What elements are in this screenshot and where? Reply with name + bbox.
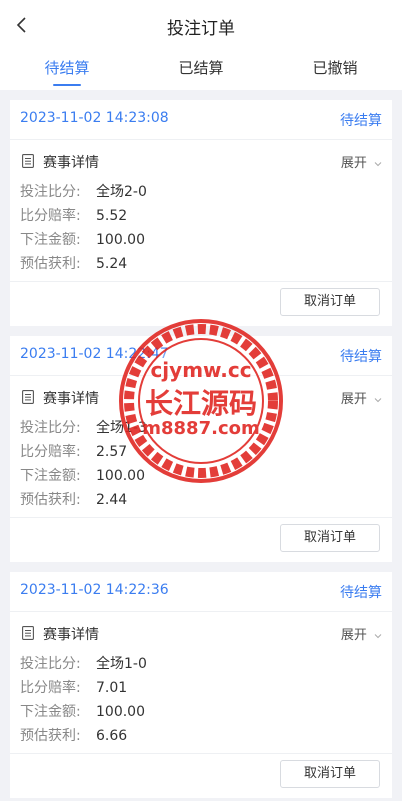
document-icon: [22, 626, 34, 640]
expand-toggle[interactable]: 展开: [341, 152, 382, 171]
odds-label: 比分赔率:: [20, 208, 81, 224]
score-value: 全场2-0: [96, 184, 147, 200]
profit-label: 预估获利:: [20, 728, 81, 744]
expand-label: 展开: [340, 628, 367, 643]
order-time: 2023-11-02 14:22:47: [20, 346, 169, 362]
odds-label: 比分赔率:: [20, 444, 81, 460]
amount-value: 100.00: [96, 704, 145, 720]
cancel-order-button[interactable]: 取消订单: [280, 524, 380, 552]
order-card-footer: 取消订单: [10, 281, 392, 326]
info-row-score: 投注比分: 全场1-3: [20, 416, 392, 440]
expand-label: 展开: [340, 392, 367, 407]
odds-value: 7.01: [96, 680, 128, 696]
document-icon: [22, 154, 34, 168]
score-label: 投注比分:: [20, 656, 81, 672]
score-value: 全场1-3: [96, 420, 147, 436]
tab-pending[interactable]: 待结算: [0, 50, 134, 90]
amount-value: 100.00: [96, 232, 145, 248]
order-status: 待结算: [340, 113, 382, 129]
order-status: 待结算: [340, 349, 382, 365]
chevron-down-icon: [374, 633, 382, 638]
order-card: 2023-11-02 14:23:08 待结算 赛事详情 展开 投注比分: 全场2…: [10, 100, 392, 326]
amount-label: 下注金额:: [20, 468, 81, 484]
odds-label: 比分赔率:: [20, 680, 81, 696]
order-info: 投注比分: 全场1-0 比分赔率: 7.01 下注金额: 100.00 预估获利: 6.…: [10, 652, 392, 755]
odds-value: 2.57: [96, 444, 128, 460]
order-card-header: 2023-11-02 14:22:47 待结算: [10, 336, 392, 376]
order-info: 投注比分: 全场1-3 比分赔率: 2.57 下注金额: 100.00 预估获利: 2.…: [10, 416, 392, 519]
amount-label: 下注金额:: [20, 232, 81, 248]
info-row-odds: 比分赔率: 2.57: [20, 440, 392, 464]
info-row-profit: 预估获利: 6.66: [20, 724, 392, 748]
profit-value: 2.44: [96, 492, 128, 508]
info-row-profit: 预估获利: 2.44: [20, 488, 392, 512]
cancel-order-button[interactable]: 取消订单: [280, 760, 380, 788]
info-row-score: 投注比分: 全场2-0: [20, 180, 392, 204]
order-card: 2023-11-02 14:22:47 待结算 赛事详情 展开 投注比分: 全场1…: [10, 336, 392, 562]
match-detail-label: 赛事详情: [43, 627, 99, 643]
expand-toggle[interactable]: 展开: [341, 388, 382, 407]
order-card-footer: 取消订单: [10, 753, 392, 798]
order-info: 投注比分: 全场2-0 比分赔率: 5.52 下注金额: 100.00 预估获利: 5.…: [10, 180, 392, 283]
info-row-odds: 比分赔率: 7.01: [20, 676, 392, 700]
tab-cancelled[interactable]: 已撤销: [268, 50, 402, 90]
order-status: 待结算: [340, 585, 382, 601]
score-label: 投注比分:: [20, 420, 81, 436]
match-detail-label: 赛事详情: [43, 391, 99, 407]
odds-value: 5.52: [96, 208, 128, 224]
score-label: 投注比分:: [20, 184, 81, 200]
info-row-score: 投注比分: 全场1-0: [20, 652, 392, 676]
order-time: 2023-11-02 14:22:36: [20, 582, 169, 598]
order-card-footer: 取消订单: [10, 517, 392, 562]
profit-value: 6.66: [96, 728, 128, 744]
order-list: 2023-11-02 14:23:08 待结算 赛事详情 展开 投注比分: 全场2…: [10, 100, 392, 801]
tab-bar: 待结算 已结算 已撤销: [0, 50, 402, 90]
page-title: 投注订单: [167, 19, 235, 39]
amount-value: 100.00: [96, 468, 145, 484]
info-row-profit: 预估获利: 5.24: [20, 252, 392, 276]
order-card-header: 2023-11-02 14:23:08 待结算: [10, 100, 392, 140]
match-detail-row: 赛事详情 展开: [10, 140, 392, 180]
score-value: 全场1-0: [96, 656, 147, 672]
document-icon: [22, 390, 34, 404]
cancel-order-button[interactable]: 取消订单: [280, 288, 380, 316]
info-row-amount: 下注金额: 100.00: [20, 700, 392, 724]
profit-label: 预估获利:: [20, 492, 81, 508]
top-bar: 投注订单: [0, 0, 402, 50]
info-row-amount: 下注金额: 100.00: [20, 464, 392, 488]
match-detail-label: 赛事详情: [43, 155, 99, 171]
amount-label: 下注金额:: [20, 704, 81, 720]
order-card-header: 2023-11-02 14:22:36 待结算: [10, 572, 392, 612]
profit-label: 预估获利:: [20, 256, 81, 272]
info-row-odds: 比分赔率: 5.52: [20, 204, 392, 228]
match-detail-row: 赛事详情 展开: [10, 376, 392, 416]
match-detail-row: 赛事详情 展开: [10, 612, 392, 652]
chevron-down-icon: [374, 397, 382, 402]
order-time: 2023-11-02 14:23:08: [20, 110, 169, 126]
info-row-amount: 下注金额: 100.00: [20, 228, 392, 252]
order-card: 2023-11-02 14:22:36 待结算 赛事详情 展开 投注比分: 全场1…: [10, 572, 392, 798]
chevron-down-icon: [374, 161, 382, 166]
expand-toggle[interactable]: 展开: [341, 624, 382, 643]
profit-value: 5.24: [96, 256, 128, 272]
expand-label: 展开: [340, 156, 367, 171]
tab-settled[interactable]: 已结算: [134, 50, 268, 90]
